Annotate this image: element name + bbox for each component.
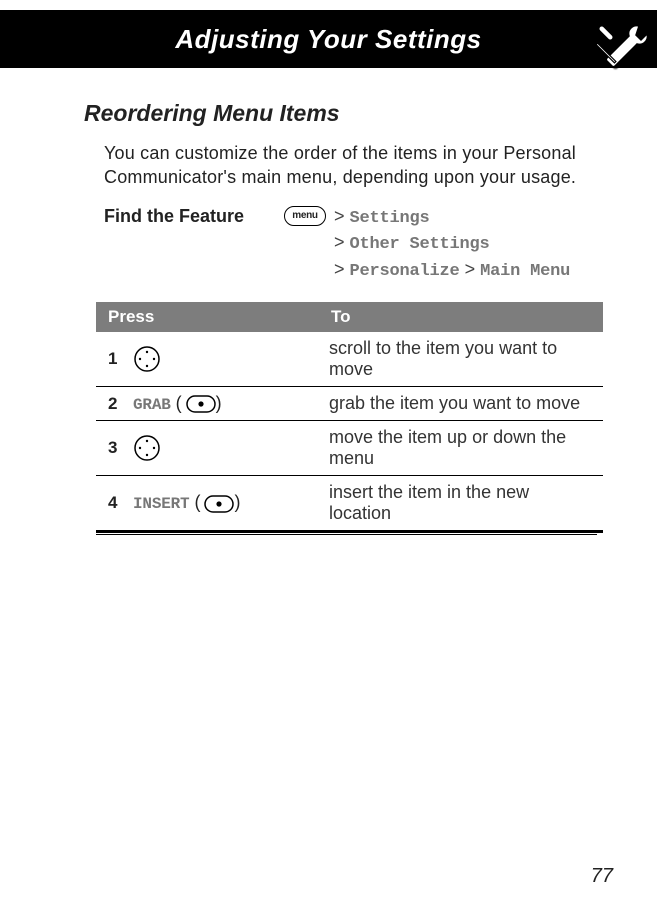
path-personalize: Personalize xyxy=(350,262,460,281)
table-row: 3 move the item up or down the menu xyxy=(96,420,603,475)
path-other-settings: Other Settings xyxy=(350,235,490,254)
find-feature-label: Find the Feature xyxy=(104,204,284,227)
step-description: insert the item in the new location xyxy=(321,475,603,531)
table-row: 1 scroll to the item you want to move xyxy=(96,332,603,387)
path-separator: > xyxy=(334,206,345,226)
chapter-header-bar: Adjusting Your Settings xyxy=(0,10,657,68)
menu-key-icon: menu xyxy=(284,206,326,226)
find-feature-path-container: menu > Settings > Other Settings > Perso… xyxy=(284,204,570,284)
nav-wheel-icon xyxy=(133,434,161,462)
table-bottom-rule xyxy=(96,532,597,535)
path-separator: > xyxy=(334,259,345,279)
step-description: scroll to the item you want to move xyxy=(321,332,603,387)
col-header-press: Press xyxy=(96,302,321,332)
table-row: 2 GRAB ( ) grab the item you want to mov… xyxy=(96,386,603,420)
center-dot-key-icon xyxy=(186,395,216,413)
step-number: 4 xyxy=(108,493,124,513)
step-number: 3 xyxy=(108,438,124,458)
path-settings: Settings xyxy=(350,209,430,228)
open-paren: ( xyxy=(176,393,182,413)
section-heading: Reordering Menu Items xyxy=(84,100,597,127)
path-separator: > xyxy=(334,232,345,252)
step-description: move the item up or down the menu xyxy=(321,420,603,475)
center-dot-key-icon xyxy=(204,495,234,513)
table-row: 4 INSERT ( ) insert the item in the new … xyxy=(96,475,603,531)
nav-wheel-icon xyxy=(133,345,161,373)
page-container: Adjusting Your Settings Re xyxy=(0,10,657,912)
step-number: 2 xyxy=(108,394,124,414)
press-action-label: INSERT xyxy=(133,495,189,513)
step-description: grab the item you want to move xyxy=(321,386,603,420)
steps-table: Press To 1 xyxy=(96,302,603,533)
page-number: 77 xyxy=(591,865,613,888)
find-feature-block: Find the Feature menu > Settings > Other… xyxy=(90,204,597,284)
close-paren: ) xyxy=(234,492,240,512)
menu-key-text: menu xyxy=(292,210,317,221)
table-header-row: Press To xyxy=(96,302,603,332)
navigation-path: > Settings > Other Settings > Personaliz… xyxy=(334,204,570,284)
path-main-menu: Main Menu xyxy=(480,262,570,281)
intro-text: You can customize the order of the items… xyxy=(90,141,597,190)
col-header-to: To xyxy=(321,302,603,332)
press-action-label: GRAB xyxy=(133,396,171,414)
path-separator: > xyxy=(465,259,481,279)
content-area: Reordering Menu Items You can customize … xyxy=(0,68,657,535)
chapter-title: Adjusting Your Settings xyxy=(175,24,481,55)
open-paren: ( xyxy=(194,492,200,512)
close-paren: ) xyxy=(216,393,222,413)
step-number: 1 xyxy=(108,349,124,369)
tools-icon xyxy=(589,12,657,84)
